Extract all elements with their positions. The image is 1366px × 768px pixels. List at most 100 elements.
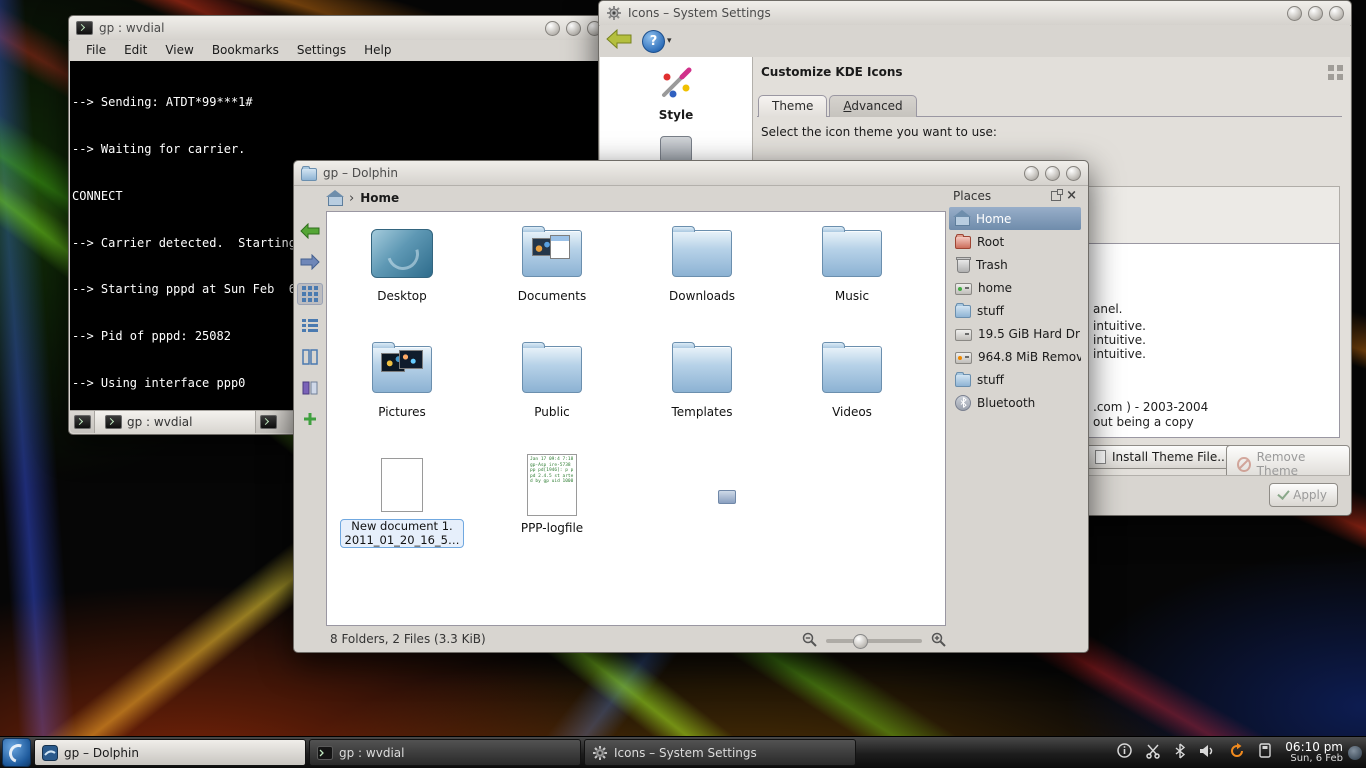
columns-view-icon [302,349,318,365]
maximize-button[interactable] [1308,6,1323,21]
new-tab-button[interactable] [70,411,94,433]
folder-item-desktop[interactable]: Desktop [327,220,477,336]
close-panel-icon[interactable]: × [1066,191,1077,201]
help-button[interactable]: ? ▾ [642,30,672,53]
menu-file[interactable]: File [78,41,114,61]
maximize-button[interactable] [566,21,581,36]
menu-settings[interactable]: Settings [289,41,354,61]
selected-file-label: New document 1. 2011_01_20_16_5… [340,519,465,548]
zoom-out-icon [802,632,817,647]
file-item-new-document[interactable]: New document 1. 2011_01_20_16_5… [327,452,477,568]
back-button[interactable] [298,221,322,241]
float-panel-icon[interactable] [1051,191,1061,201]
volume-tray-icon[interactable] [1199,743,1216,762]
text-file-icon: Jan 17 09:4 7:18 gp-Asp ire-5738 pp pd[1… [527,454,577,516]
close-button[interactable] [1066,166,1081,181]
dolphin-titlebar[interactable]: gp – Dolphin [294,161,1088,186]
task-system-settings[interactable]: Icons – System Settings [584,739,856,766]
apply-button[interactable]: Apply [1269,483,1338,507]
stray-thumbnail-artifact [718,490,736,504]
kde-menu-button[interactable] [2,738,31,767]
minimize-button[interactable] [545,21,560,36]
desktop-folder-icon [371,229,433,278]
folder-item-music[interactable]: Music [777,220,927,336]
dolphin-window-icon [301,168,317,181]
system-tray [1117,743,1282,763]
clock[interactable]: 06:10 pm Sun, 6 Feb [1285,741,1345,765]
forward-button[interactable] [298,252,322,272]
zoom-slider[interactable] [826,639,922,643]
folder-icon [522,230,582,277]
terminal-icon [105,415,122,429]
apply-label: Apply [1293,488,1327,502]
close-tab-button[interactable] [256,411,280,433]
zoom-out-button[interactable] [802,632,817,650]
device-notifier-tray-icon[interactable] [1258,743,1272,762]
folder-item-downloads[interactable]: Downloads [627,220,777,336]
places-item-stuff[interactable]: stuff [949,299,1081,322]
places-item-removable[interactable]: 964.8 MiB Remov… [949,345,1081,368]
task-dolphin[interactable]: gp – Dolphin [34,739,306,766]
zoom-in-button[interactable] [931,632,946,650]
places-item-home2[interactable]: home [949,276,1081,299]
places-item-stuff2[interactable]: stuff [949,368,1081,391]
folder-label: Desktop [377,289,427,303]
sidebar-item-style[interactable]: Style [600,57,752,122]
minimize-button[interactable] [1024,166,1039,181]
details-view-button[interactable] [298,316,322,336]
klipper-scissors-icon[interactable] [1145,743,1161,763]
folder-item-pictures[interactable]: Pictures [327,336,477,452]
add-button[interactable] [298,409,322,429]
window-controls [1024,166,1081,181]
bluetooth-tray-icon[interactable] [1174,743,1186,763]
settings-toolbar: ? ▾ [600,25,1350,57]
style-brush-icon [657,67,695,101]
task-label: gp : wvdial [339,746,404,760]
icon-theme-select-label: Select the icon theme you want to use: [761,125,997,139]
folder-item-videos[interactable]: Videos [777,336,927,452]
help-icon: ? [642,30,665,53]
panel-cashew-icon[interactable] [1348,746,1362,760]
places-item-bluetooth[interactable]: Bluetooth [949,391,1081,414]
columns-view-button[interactable] [298,347,322,367]
folder-item-templates[interactable]: Templates [627,336,777,452]
places-item-root[interactable]: Root [949,230,1081,253]
folder-item-documents[interactable]: Documents [477,220,627,336]
terminal-menubar: File Edit View Bookmarks Settings Help [70,40,608,62]
notifications-tray-icon[interactable] [1117,743,1132,762]
menu-help[interactable]: Help [356,41,399,61]
maximize-button[interactable] [1045,166,1060,181]
split-view-button[interactable] [298,378,322,398]
folder-label: Documents [518,289,586,303]
tab-advanced[interactable]: Advanced [829,95,916,117]
icons-view-button[interactable] [297,283,323,305]
breadcrumb-home[interactable]: Home [360,191,399,205]
places-item-trash[interactable]: Trash [949,253,1081,276]
tab-wvdial[interactable]: gp : wvdial [94,411,256,433]
folder-item-public[interactable]: Public [477,336,627,452]
places-item-home[interactable]: Home [949,207,1081,230]
updates-refresh-tray-icon[interactable] [1229,743,1245,763]
settings-titlebar[interactable]: Icons – System Settings [599,1,1351,26]
file-item-ppp-logfile[interactable]: Jan 17 09:4 7:18 gp-Asp ire-5738 pp pd[1… [477,452,627,568]
install-theme-button[interactable]: Install Theme File... [1084,445,1240,469]
zoom-slider-handle[interactable] [853,634,868,649]
menu-bookmarks[interactable]: Bookmarks [204,41,287,61]
minimize-button[interactable] [1287,6,1302,21]
tab-theme[interactable]: Theme [758,95,827,117]
menu-edit[interactable]: Edit [116,41,155,61]
close-button[interactable] [1329,6,1344,21]
dolphin-file-view[interactable]: Desktop Documents Downloads Music Pictur… [326,211,946,626]
back-button[interactable] [606,29,632,53]
folder-icon [955,374,971,387]
task-label: Icons – System Settings [614,746,757,760]
remove-icon [1237,457,1251,472]
task-konsole[interactable]: gp : wvdial [309,739,581,766]
gear-icon [592,745,608,761]
forward-arrow-icon [300,254,320,270]
grid-overview-icon[interactable] [1328,65,1343,80]
places-item-hard-drive[interactable]: 19.5 GiB Hard Drive [949,322,1081,345]
tab-label: gp : wvdial [127,415,192,429]
terminal-titlebar[interactable]: gp : wvdial [69,16,609,41]
menu-view[interactable]: View [157,41,201,61]
